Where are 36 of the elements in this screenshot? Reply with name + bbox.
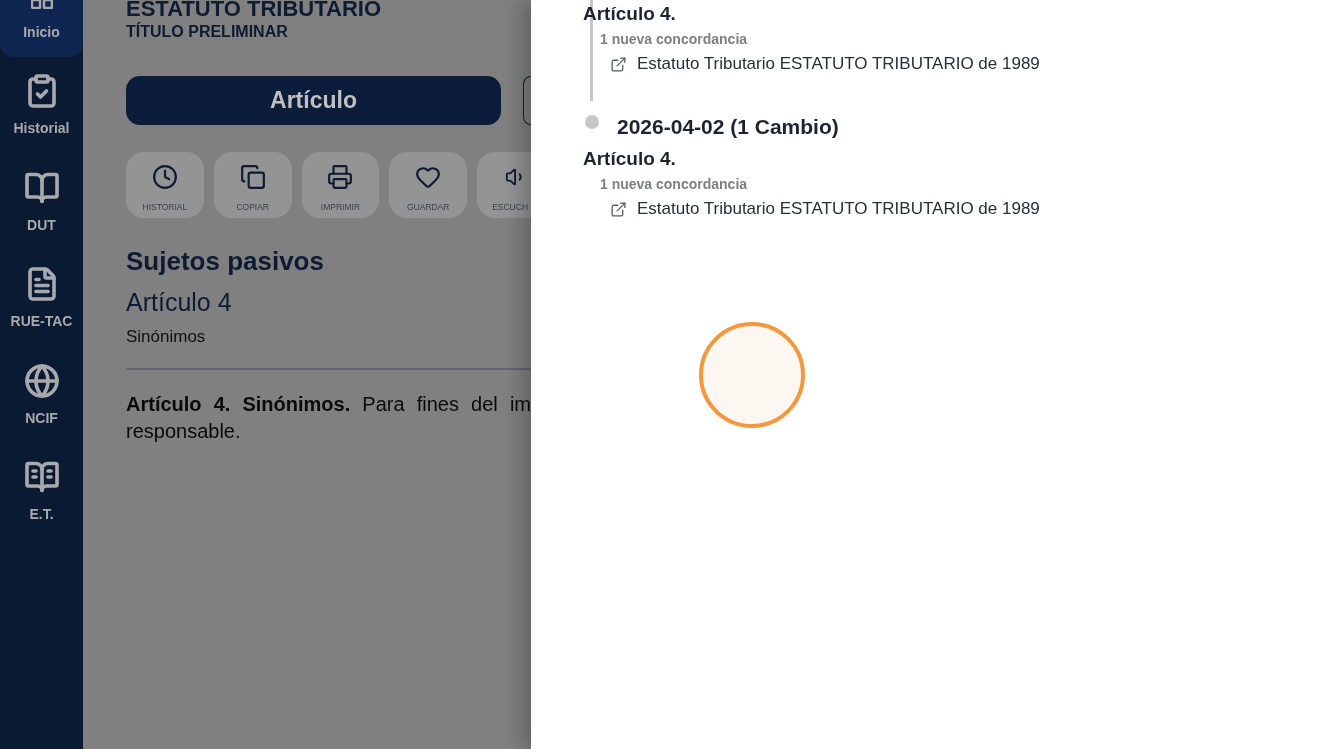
click-indicator-icon (699, 322, 805, 428)
clock-icon (151, 164, 178, 190)
concordance-count: 1 nueva concordancia (600, 175, 748, 194)
heart-icon (415, 164, 442, 190)
timeline-dot-icon (585, 115, 599, 129)
external-link-icon (610, 200, 627, 218)
document-link[interactable]: Estatuto Tributario ESTATUTO TRIBUTARIO de 1989 (610, 197, 1040, 221)
page-title: ESTATUTO TRIBUTARIO (126, 0, 383, 20)
action-button[interactable]: GUARDAR (389, 152, 468, 218)
page-subtitle: TÍTULO PRELIMINAR (126, 22, 289, 42)
concordance-count: 1 nueva concordancia (600, 30, 748, 49)
timeline-date: 2026-04-02 (1 Cambio) (617, 114, 839, 140)
sidebar-item[interactable]: Historial (0, 57, 83, 154)
section-heading: Sujetos pasivos (126, 246, 325, 276)
article-label: Artículo 4. (583, 2, 676, 26)
sidebar-item[interactable]: RUE-TAC (0, 250, 83, 347)
action-button[interactable]: IMPRIMIR (301, 152, 380, 218)
sidebar-item[interactable]: NCIF (0, 346, 83, 443)
article-name: Sinónimos (126, 327, 207, 347)
printer-icon (327, 164, 354, 190)
article-number: Artículo 4 (126, 287, 233, 317)
external-link-icon (610, 55, 627, 73)
action-button[interactable]: ESCUCH (477, 152, 531, 218)
article-label: Artículo 4. (583, 147, 676, 171)
copy-icon (239, 164, 266, 190)
book-icon (23, 459, 60, 495)
sidebar-item[interactable]: Inicio (0, 0, 83, 57)
document-link[interactable]: Estatuto Tributario ESTATUTO TRIBUTARIO de 1989 (610, 52, 1040, 76)
sidebar-item[interactable]: E.T. (0, 443, 83, 540)
grid-icon (30, 0, 53, 9)
article-paragraph: Artículo 4. Sinónimos. Para fines del im responsable. (126, 392, 531, 444)
action-button[interactable]: COPIAR (213, 152, 292, 218)
globe-icon (23, 362, 60, 399)
view-tab[interactable]: Artículo (126, 76, 501, 125)
sidebar-item[interactable]: DUT (0, 153, 83, 250)
action-button[interactable]: HISTORIAL (126, 152, 204, 218)
